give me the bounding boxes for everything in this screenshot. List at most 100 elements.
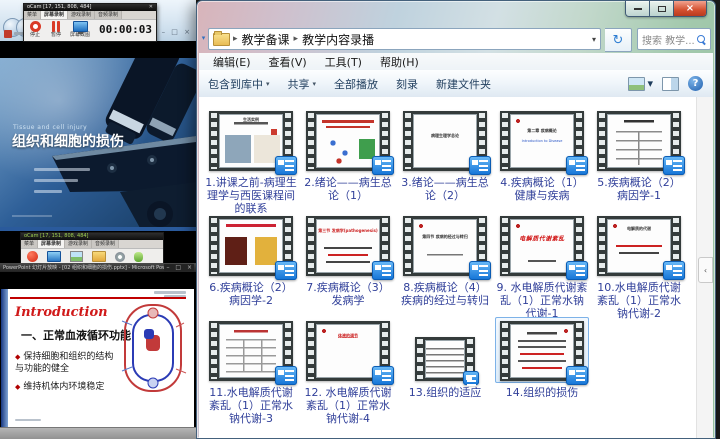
monitor-icon[interactable] [47, 251, 61, 262]
file-name[interactable]: 1.讲课之前-病理生理学与西医课程间的联系 [204, 176, 298, 215]
file-grid: 生活实例 1.讲课之前-病理生理学与西医课程间的联系 2.绪论——病生总论（1） [197, 1, 715, 438]
file-item[interactable]: 5.疾病概论（2）病因学-1 [592, 107, 686, 202]
stop-icon [30, 21, 41, 32]
stop-button[interactable]: 停止 [28, 21, 42, 38]
file-item[interactable]: 体液的调节 12. 水电解质代谢紊乱（1）正常水钠代谢-4 [301, 317, 395, 425]
thumb-caption: 病理生理学总论 [414, 133, 476, 139]
file-name[interactable]: 2.绪论——病生总论（1） [301, 176, 395, 202]
file-item[interactable]: 13.组织的适应 [398, 317, 492, 399]
window-controls-icon[interactable]: – □ × [164, 264, 194, 271]
slide-corner-text [154, 291, 186, 294]
file-item[interactable]: 14.组织的损伤 [495, 317, 589, 399]
file-name[interactable]: 8.疾病概论（4）疾病的经过与转归 [398, 281, 492, 307]
file-name[interactable]: 3.绪论——病生总论（2） [398, 176, 492, 202]
close-icon[interactable]: ✕ [149, 4, 153, 11]
pause-label: 暂停 [51, 32, 61, 38]
video-overlay-icon [372, 366, 394, 385]
file-name[interactable]: 9. 水电解质代谢紊乱（1）正常水钠代谢-1 [495, 281, 589, 320]
recorder-tab[interactable]: 音频录制 [92, 240, 119, 248]
file-thumbnail[interactable]: 第四节 疾病的经过与转归 [398, 212, 492, 278]
slide-preview [219, 219, 283, 273]
file-thumbnail[interactable] [495, 317, 589, 383]
file-name[interactable]: 11.水电解质代谢紊乱（1）正常水钠代谢-3 [204, 386, 298, 425]
thumb-caption: 体液的调节 [317, 333, 379, 339]
filmstrip-frame [597, 111, 681, 171]
desktop: – □ × oCam [17, 151, 808, 484] ✕ 菜单屏幕录制游… [0, 0, 720, 439]
file-name[interactable]: 13.组织的适应 [398, 386, 492, 399]
file-thumbnail[interactable] [398, 317, 492, 383]
recorder2-titlebar[interactable]: oCam [17, 151, 808, 484] [21, 233, 163, 240]
powerpoint-statusbar [0, 427, 196, 439]
file-item[interactable]: 生活实例 1.讲课之前-病理生理学与西医课程间的联系 [204, 107, 298, 215]
file-thumbnail[interactable]: 病理生理学总论 [398, 107, 492, 173]
file-thumbnail[interactable]: 体液的调节 [301, 317, 395, 383]
slide-preview: 第四节 疾病的经过与转归 [413, 219, 477, 273]
recorder-tab[interactable]: 屏幕录制 [38, 240, 65, 248]
file-item[interactable]: 病理生理学总论 3.绪论——病生总论（2） [398, 107, 492, 202]
file-item[interactable]: 6.疾病概论（2）病因学-2 [204, 212, 298, 307]
slide-subline [34, 179, 78, 182]
record-icon[interactable] [27, 251, 38, 262]
file-name[interactable]: 7.疾病概论（3）发病学 [301, 281, 395, 307]
file-name[interactable]: 5.疾病概论（2）病因学-1 [592, 176, 686, 202]
file-thumbnail[interactable]: 电解质的代谢 [592, 212, 686, 278]
video-overlay-icon [372, 261, 394, 280]
recorder-tab[interactable]: 游戏录制 [68, 11, 95, 19]
slide-preview [425, 340, 465, 378]
file-item[interactable]: 第四节 疾病的经过与转归 8.疾病概论（4）疾病的经过与转归 [398, 212, 492, 307]
bullet-icon: ◆ [15, 353, 20, 361]
settings-icon[interactable] [115, 252, 125, 262]
file-thumbnail[interactable] [592, 107, 686, 173]
file-thumbnail[interactable]: 第二章 疾病概论 Introduction to Disease [495, 107, 589, 173]
video-overlay-icon [663, 261, 685, 280]
file-name[interactable]: 10.水电解质代谢紊乱（1）正常水钠代谢-2 [592, 281, 686, 320]
filmstrip-frame: 电解质代谢紊乱 [500, 216, 584, 276]
filmstrip-frame [306, 111, 390, 171]
recorder-titlebar[interactable]: oCam [17, 151, 808, 484] ✕ [24, 4, 156, 11]
thumb-caption: 第三节 发病学(pathogenesis) [317, 228, 379, 234]
file-item[interactable]: 11.水电解质代谢紊乱（1）正常水钠代谢-3 [204, 317, 298, 425]
expand-panel-button[interactable]: ‹ [698, 257, 713, 283]
file-thumbnail[interactable]: 第三节 发病学(pathogenesis) [301, 212, 395, 278]
file-item[interactable]: 第三节 发病学(pathogenesis) 7.疾病概论（3）发病学 [301, 212, 395, 307]
recording-timer: 00:00:03 [99, 23, 152, 36]
file-thumbnail[interactable] [301, 107, 395, 173]
recorder-tab[interactable]: 音频录制 [95, 11, 122, 19]
file-item[interactable]: 第二章 疾病概论 Introduction to Disease 4.疾病概论（… [495, 107, 589, 202]
stop-label: 停止 [30, 32, 40, 38]
filmstrip-frame [209, 216, 293, 276]
slide-subline [34, 168, 90, 171]
file-name[interactable]: 12. 水电解质代谢紊乱（1）正常水钠代谢-4 [301, 386, 395, 425]
slide-preview [510, 324, 574, 378]
file-item[interactable]: 2.绪论——病生总论（1） [301, 107, 395, 202]
file-name[interactable]: 6.疾病概论（2）病因学-2 [204, 281, 298, 307]
slide-preview: 电解质的代谢 [607, 219, 671, 273]
file-name[interactable]: 14.组织的损伤 [495, 386, 589, 399]
introduction-slide: Introduction 一、正常血液循环功能 ◆保持细胞和组织的结构与功能的健… [1, 289, 194, 427]
recorder2-toolbar [21, 249, 163, 264]
file-thumbnail[interactable] [204, 317, 298, 383]
folder-icon[interactable] [92, 251, 106, 262]
recorder-tab[interactable]: 菜单 [24, 11, 41, 19]
pause-button[interactable]: 暂停 [49, 21, 63, 38]
video-overlay-icon [275, 366, 297, 385]
microphone-icon[interactable] [134, 252, 143, 262]
circulation-diagram [120, 301, 190, 397]
file-item[interactable]: 电解质的代谢 10.水电解质代谢紊乱（1）正常水钠代谢-2 [592, 212, 686, 320]
file-thumbnail[interactable]: 生活实例 [204, 107, 298, 173]
capture-button[interactable]: 屏幕截图 [70, 21, 90, 38]
file-name[interactable]: 4.疾病概论（1）健康与疾病 [495, 176, 589, 202]
file-thumbnail[interactable]: 电解质代谢紊乱 [495, 212, 589, 278]
recorder-body: 停止 暂停 屏幕截图 00:00:03 [24, 20, 156, 38]
window-controls-icon[interactable]: – □ × [162, 28, 192, 36]
screenshot-icon[interactable] [70, 251, 83, 262]
file-thumbnail[interactable] [204, 212, 298, 278]
slide-title-cn: 组织和细胞的损伤 [12, 131, 124, 151]
slide-preview: 生活实例 [219, 114, 283, 168]
bullet-icon: ◆ [15, 383, 20, 391]
recorder-tab[interactable]: 屏幕录制 [41, 11, 68, 19]
file-item[interactable]: 电解质代谢紊乱 9. 水电解质代谢紊乱（1）正常水钠代谢-1 [495, 212, 589, 320]
recorder-tab[interactable]: 菜单 [21, 240, 38, 248]
recorder-tab[interactable]: 游戏录制 [65, 240, 92, 248]
filmstrip-frame: 第三节 发病学(pathogenesis) [306, 216, 390, 276]
